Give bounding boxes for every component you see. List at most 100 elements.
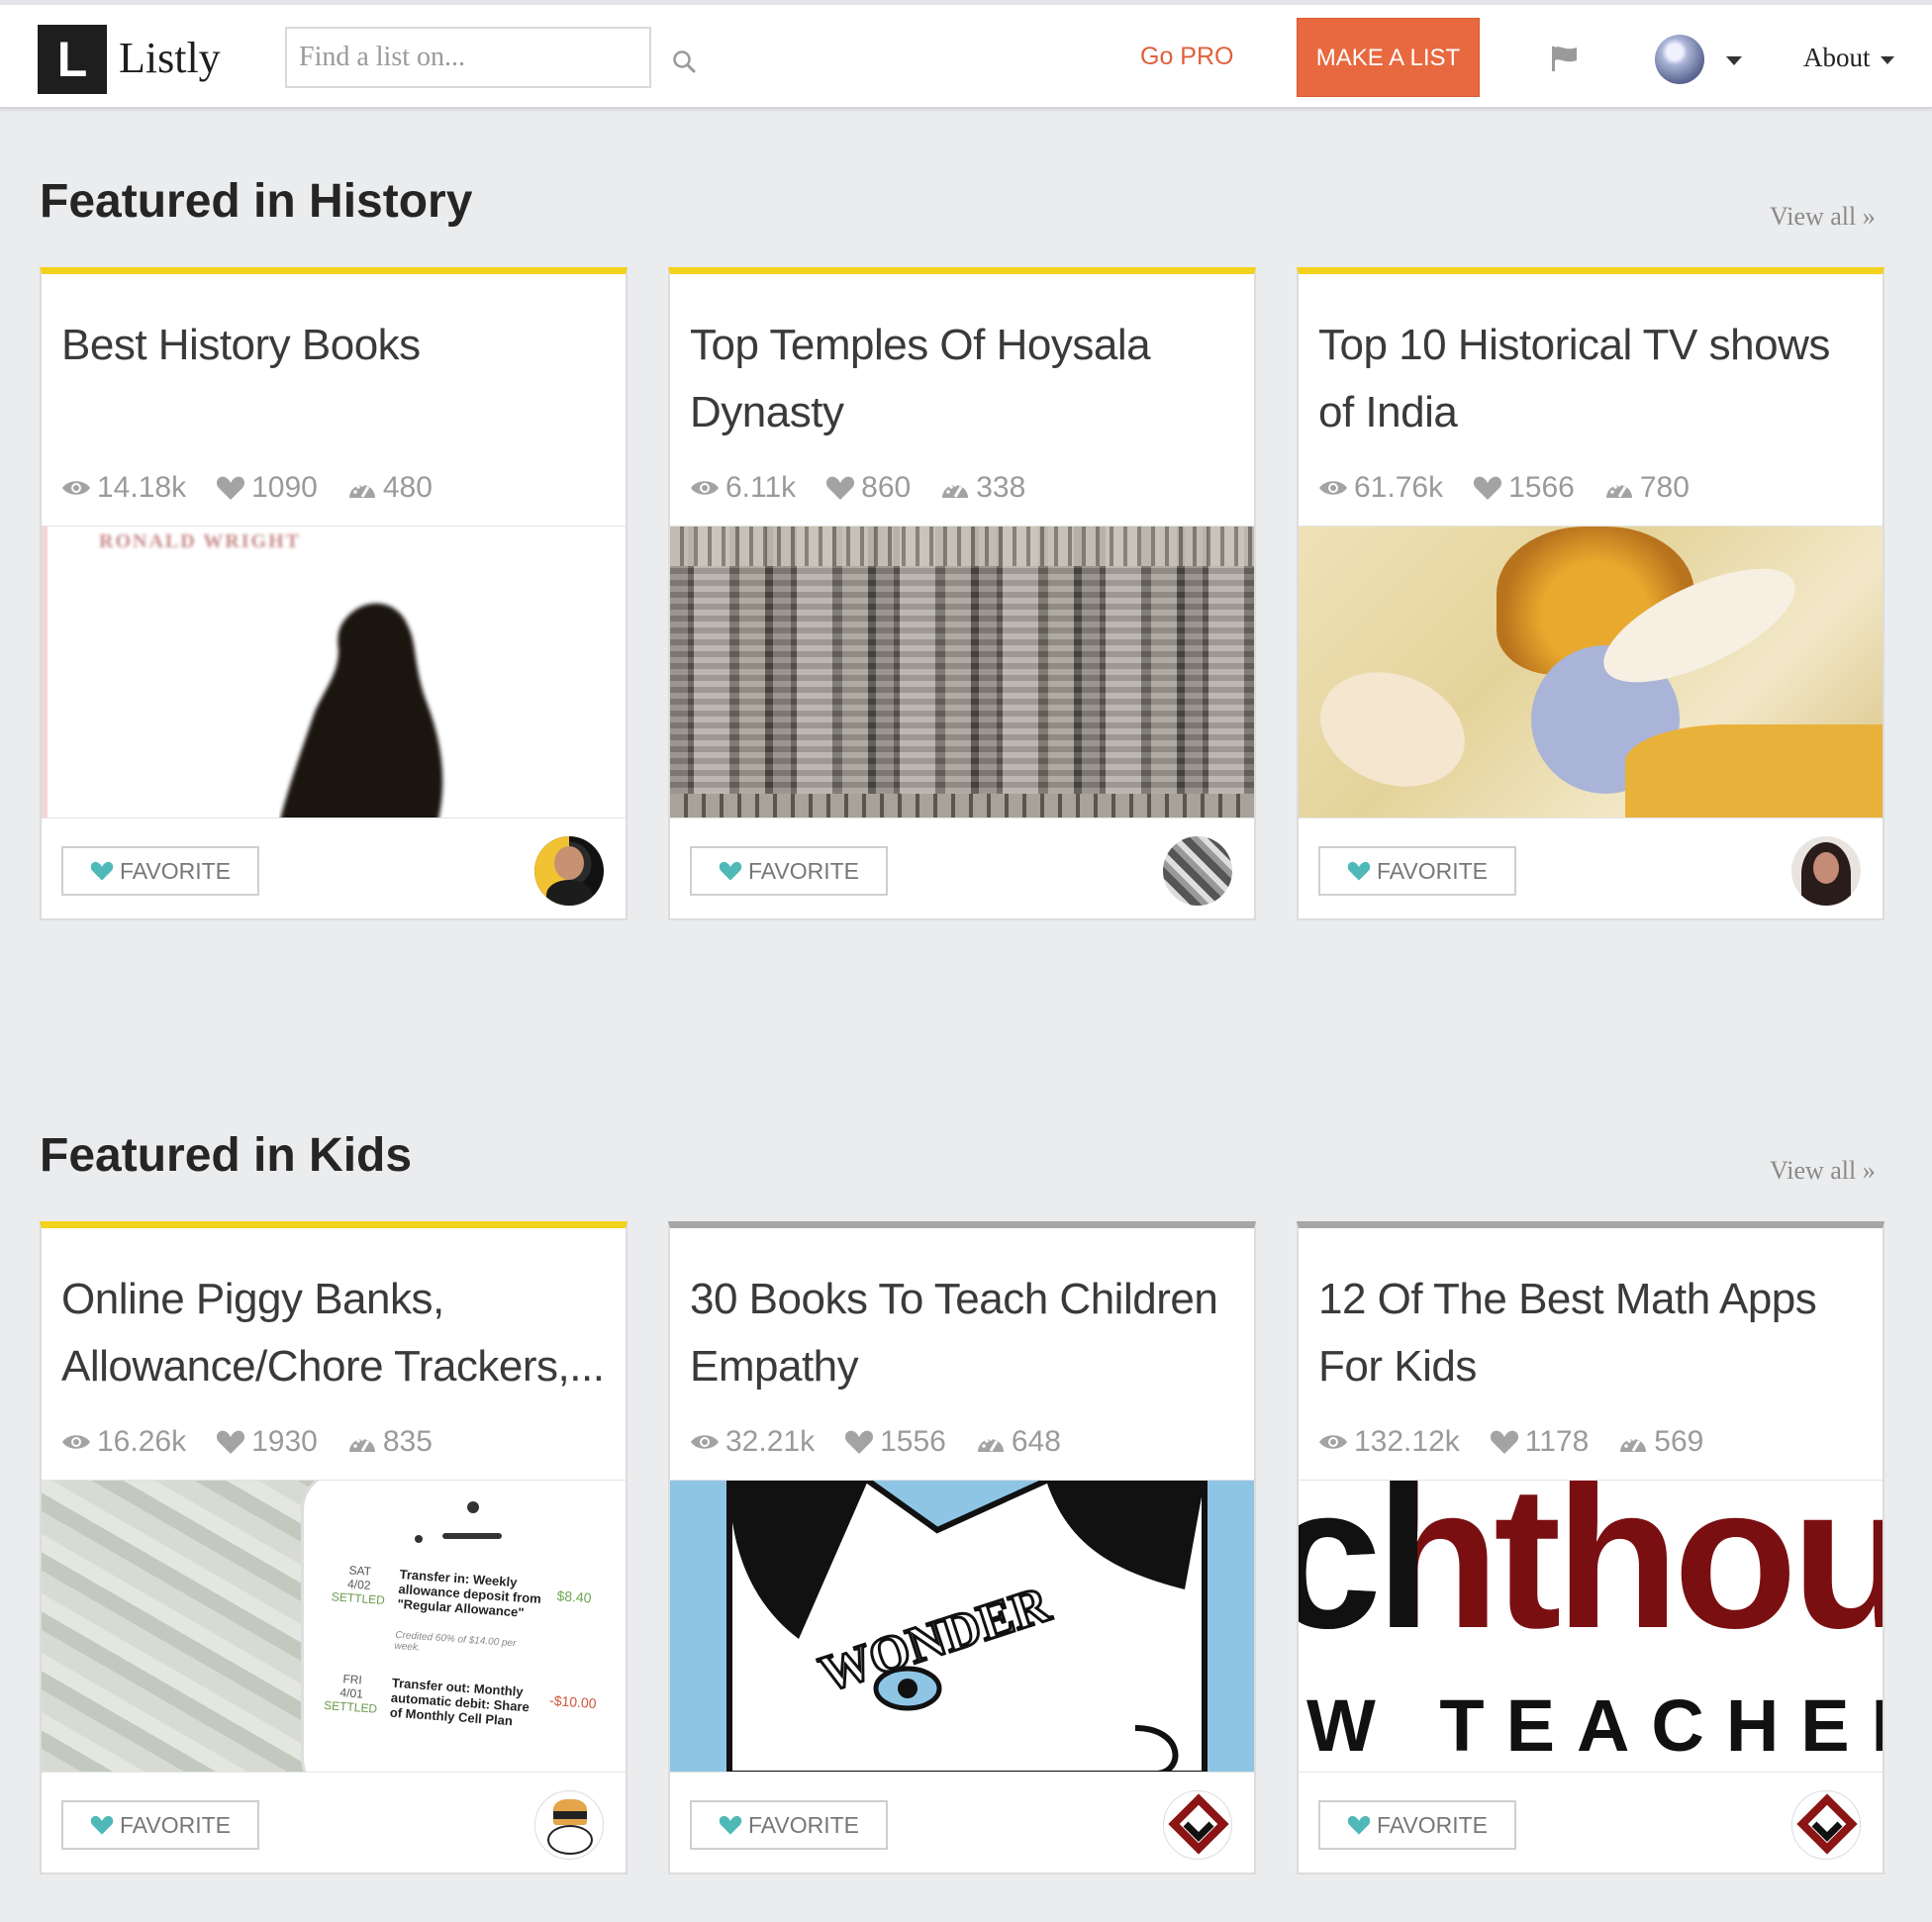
card-title[interactable]: Top Temples Of Hoysala Dynasty xyxy=(690,312,1234,446)
list-card[interactable]: Top 10 Historical TV shows of India 61.7… xyxy=(1297,267,1884,920)
crow-silhouette-image xyxy=(280,603,443,817)
eye-icon xyxy=(691,1435,719,1449)
app-row-amount: -$10.00 xyxy=(548,1691,598,1712)
app-row-date: SAT 4/02 SETTLED xyxy=(331,1563,386,1607)
curator-avatar[interactable] xyxy=(534,836,604,906)
views-stat: 14.18k xyxy=(61,471,186,505)
gauge-icon xyxy=(1620,1437,1647,1452)
card-stats: 6.11k 860 338 xyxy=(690,468,1055,508)
heart-icon xyxy=(90,1815,114,1835)
favorite-label: FAVORITE xyxy=(747,1811,860,1838)
heart-icon xyxy=(1347,1815,1371,1835)
list-card[interactable]: Online Piggy Banks, Allowance/Chore Trac… xyxy=(40,1221,628,1874)
views-stat: 6.11k xyxy=(690,471,796,505)
gauge-icon xyxy=(348,483,375,498)
user-avatar[interactable] xyxy=(1655,35,1704,84)
listly-logo-text[interactable]: Listly xyxy=(119,33,221,83)
eye-icon xyxy=(62,1435,90,1449)
card-title[interactable]: 30 Books To Teach Children Empathy xyxy=(690,1266,1234,1400)
about-menu[interactable]: About xyxy=(1803,43,1894,73)
listly-logo-icon[interactable]: L xyxy=(38,25,107,94)
card-image[interactable]: chthou chthou W TEACHERS xyxy=(1299,1480,1883,1773)
views-count: 16.26k xyxy=(97,1425,187,1458)
items-count: 648 xyxy=(1011,1425,1061,1458)
likes-count: 860 xyxy=(861,471,912,504)
app-row-text: Transfer in: Weekly allowance deposit fr… xyxy=(397,1566,542,1620)
about-label: About xyxy=(1803,43,1871,72)
card-title[interactable]: Online Piggy Banks, Allowance/Chore Trac… xyxy=(61,1266,606,1400)
chevron-down-icon[interactable] xyxy=(1726,56,1742,65)
favorite-button[interactable]: FAVORITE xyxy=(1318,846,1516,896)
card-title[interactable]: Best History Books xyxy=(61,312,606,379)
card-title[interactable]: Top 10 Historical TV shows of India xyxy=(1318,312,1863,446)
app-row-date: FRI 4/01 SETTLED xyxy=(323,1672,378,1716)
section-title-kids: Featured in Kids xyxy=(40,1129,413,1182)
teachthought-logo-text-dark: chthou xyxy=(1299,1481,1417,1659)
likes-stat: 1566 xyxy=(1473,471,1575,505)
list-card[interactable]: Top Temples Of Hoysala Dynasty 6.11k 860… xyxy=(668,267,1256,920)
views-stat: 132.12k xyxy=(1318,1425,1460,1459)
curator-avatar[interactable] xyxy=(1791,1790,1861,1860)
likes-stat: 1090 xyxy=(216,471,318,505)
card-stats: 32.21k 1556 648 xyxy=(690,1422,1091,1462)
card-title[interactable]: 12 Of The Best Math Apps For Kids xyxy=(1318,1266,1863,1400)
card-image[interactable]: WONDER xyxy=(670,1480,1254,1773)
items-stat: 569 xyxy=(1618,1425,1703,1459)
heart-icon xyxy=(845,1430,874,1454)
items-count: 569 xyxy=(1654,1425,1704,1458)
likes-count: 1556 xyxy=(880,1425,946,1458)
go-pro-link[interactable]: Go PRO xyxy=(1140,43,1233,71)
search-input[interactable] xyxy=(285,27,651,88)
views-count: 14.18k xyxy=(97,471,187,504)
top-navigation-bar: L Listly Go PRO MAKE A LIST About xyxy=(0,0,1932,109)
card-image[interactable]: SAT 4/02 SETTLED Transfer in: Weekly allow… xyxy=(42,1480,626,1773)
favorite-button[interactable]: FAVORITE xyxy=(1318,1800,1516,1850)
favorite-label: FAVORITE xyxy=(1376,1811,1489,1838)
heart-icon xyxy=(826,476,855,500)
heart-icon xyxy=(1347,861,1371,881)
teachthought-logo-icon xyxy=(1168,1793,1229,1855)
list-card[interactable]: Best History Books 14.18k 1090 480 RONAL… xyxy=(40,267,628,920)
wonder-cover-image: WONDER xyxy=(726,1481,1208,1772)
card-stats: 16.26k 1930 835 xyxy=(61,1422,462,1462)
card-image[interactable] xyxy=(670,526,1254,818)
teachthought-logo-icon xyxy=(1796,1793,1858,1855)
list-card[interactable]: 30 Books To Teach Children Empathy 32.21… xyxy=(668,1221,1256,1874)
favorite-button[interactable]: FAVORITE xyxy=(690,1800,888,1850)
flag-icon[interactable] xyxy=(1550,45,1580,72)
card-image[interactable] xyxy=(1299,526,1883,818)
curator-avatar[interactable] xyxy=(1163,1790,1232,1860)
likes-stat: 1556 xyxy=(844,1425,946,1459)
heart-icon xyxy=(1474,476,1502,500)
likes-count: 1930 xyxy=(251,1425,318,1458)
eye-icon xyxy=(1319,1435,1347,1449)
list-card[interactable]: 12 Of The Best Math Apps For Kids 132.12… xyxy=(1297,1221,1884,1874)
curator-avatar[interactable] xyxy=(1791,836,1861,906)
favorite-label: FAVORITE xyxy=(119,857,232,884)
chevron-down-icon xyxy=(1880,55,1894,64)
view-all-history-link[interactable]: View all » xyxy=(1770,202,1876,232)
items-count: 338 xyxy=(976,471,1026,504)
items-count: 480 xyxy=(382,471,433,504)
views-stat: 32.21k xyxy=(690,1425,815,1459)
make-a-list-button[interactable]: MAKE A LIST xyxy=(1297,18,1480,97)
gauge-icon xyxy=(977,1437,1004,1452)
favorite-button[interactable]: FAVORITE xyxy=(690,846,888,896)
search-icon[interactable] xyxy=(671,48,697,74)
favorite-label: FAVORITE xyxy=(1376,857,1489,884)
curator-avatar[interactable] xyxy=(534,1790,604,1860)
favorite-button[interactable]: FAVORITE xyxy=(61,846,259,896)
items-stat: 835 xyxy=(347,1425,433,1459)
favorite-button[interactable]: FAVORITE xyxy=(61,1800,259,1850)
eye-icon xyxy=(691,481,719,495)
card-image[interactable]: RONALD WRIGHT xyxy=(42,526,626,818)
card-stats: 132.12k 1178 569 xyxy=(1318,1422,1733,1462)
views-count: 132.12k xyxy=(1354,1425,1460,1458)
view-all-kids-link[interactable]: View all » xyxy=(1770,1156,1876,1186)
teachthought-subtitle: W TEACHERS xyxy=(1306,1684,1883,1767)
book-cover-author: RONALD WRIGHT xyxy=(99,530,301,552)
card-stats: 61.76k 1566 780 xyxy=(1318,468,1719,508)
curator-avatar[interactable] xyxy=(1163,836,1232,906)
likes-count: 1178 xyxy=(1524,1425,1590,1458)
items-count: 835 xyxy=(382,1425,433,1458)
